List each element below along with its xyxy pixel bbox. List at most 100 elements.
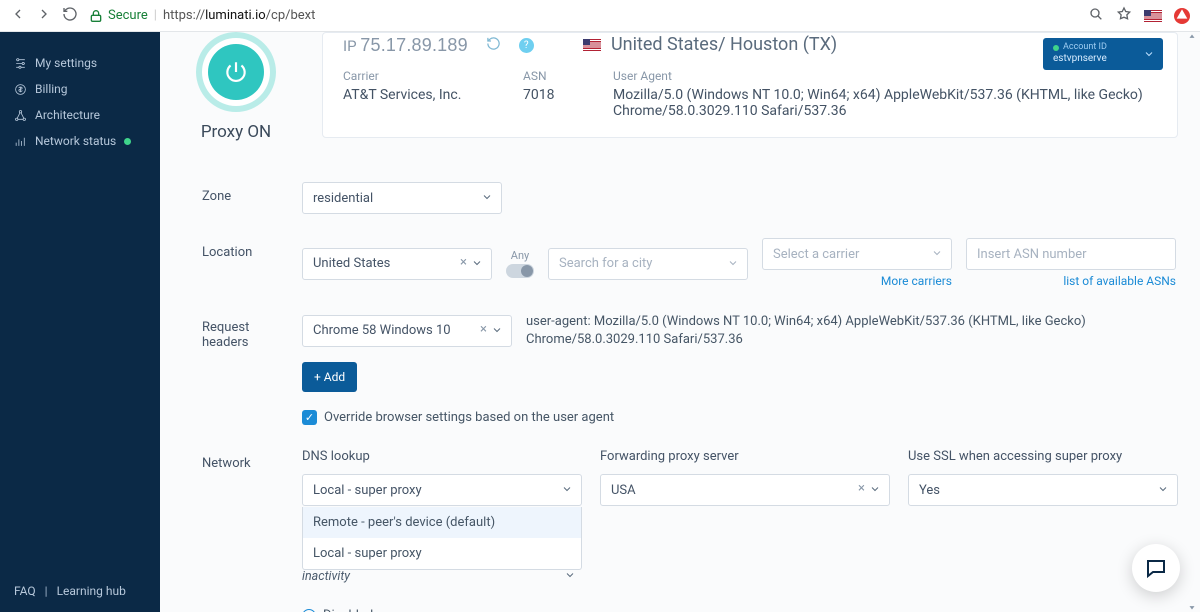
star-icon[interactable] (1116, 6, 1132, 26)
dns-lookup-select[interactable] (302, 474, 582, 506)
url-text: https://luminati.io/cp/bext (163, 8, 315, 23)
ua-value: Mozilla/5.0 (Windows NT 10.0; Win64; x64… (613, 87, 1143, 119)
dns-lookup-dropdown: Remote - peer's device (default) Local -… (302, 507, 582, 570)
faq-link[interactable]: FAQ (14, 584, 36, 598)
chevron-down-icon (481, 191, 493, 207)
zone-label: Zone (170, 182, 282, 204)
fwd-proxy-head: Forwarding proxy server (600, 449, 890, 464)
reload-icon[interactable] (62, 6, 78, 26)
extension-icon[interactable] (1174, 8, 1190, 24)
sidebar-item-label: Billing (35, 82, 68, 96)
flag-us-icon[interactable] (1144, 10, 1162, 22)
city-search[interactable] (548, 248, 748, 280)
override-label: Override browser settings based on the u… (324, 410, 614, 425)
chevron-down-icon (1143, 48, 1155, 65)
asn-value: 7018 (523, 87, 554, 103)
asn-input[interactable] (977, 247, 1147, 262)
clear-icon[interactable]: × (480, 322, 487, 337)
country-select-value: United States (313, 256, 390, 271)
sidebar-item-label: Network status (35, 134, 116, 148)
toggle-icon (506, 264, 534, 278)
ssl-select[interactable]: Yes (908, 474, 1178, 506)
info-panel: Account ID estvpnserve IP 75.17.89.189 ?… (322, 32, 1178, 138)
ssl-head: Use SSL when accessing super proxy (908, 449, 1178, 464)
chevron-down-icon (491, 324, 503, 340)
status-dot-icon (124, 138, 131, 145)
chevron-down-icon (471, 257, 483, 273)
carrier-placeholder: Select a carrier (773, 247, 859, 262)
browser-chrome-bar: Secure | https://luminati.io/cp/bext (0, 0, 1200, 32)
zone-select-value: residential (313, 191, 373, 206)
radio-icon (302, 609, 316, 612)
account-id-value: estvpnserve (1053, 53, 1107, 64)
forward-icon[interactable] (36, 6, 52, 26)
ua-header-preview: user-agent: Mozilla/5.0 (Windows NT 10.0… (526, 313, 1136, 348)
fwd-proxy-select[interactable]: USA × (600, 474, 890, 506)
proxy-card: Proxy ON (170, 32, 302, 142)
search-icon[interactable] (1088, 6, 1104, 26)
proxy-status-label: Proxy ON (201, 122, 271, 142)
country-select[interactable]: United States × (302, 248, 492, 280)
chevron-down-icon (1157, 483, 1169, 499)
chevron-down-icon (727, 257, 739, 273)
dns-lookup-input[interactable] (313, 483, 553, 498)
network-label: Network (170, 449, 282, 471)
more-carriers-link[interactable]: More carriers (881, 274, 952, 288)
ua-label: User Agent (613, 69, 1157, 83)
scrollbar[interactable] (1186, 32, 1198, 612)
sidebar-item-label: Architecture (35, 108, 100, 122)
main-content: Proxy ON Account ID estvpnserve IP 75.17… (160, 32, 1200, 612)
sidebar-item-label: My settings (35, 56, 97, 70)
chat-widget[interactable] (1132, 544, 1180, 592)
chat-icon (1144, 556, 1168, 580)
account-chip[interactable]: Account ID estvpnserve (1043, 38, 1163, 70)
check-icon: ✓ (302, 410, 317, 425)
back-icon[interactable] (10, 6, 26, 26)
secure-label: Secure (108, 8, 148, 23)
dns-lookup-head: DNS lookup (302, 449, 582, 464)
sidebar-item-my-settings[interactable]: My settings (0, 50, 160, 76)
request-headers-label: Request headers (170, 313, 282, 350)
learning-hub-link[interactable]: Learning hub (57, 584, 126, 598)
chevron-down-icon[interactable] (564, 569, 576, 585)
excluded-disabled-radio[interactable]: Disabled (302, 608, 373, 612)
refresh-ip-icon[interactable] (486, 36, 501, 55)
asn-input-wrap[interactable] (966, 238, 1176, 270)
ua-preset-value: Chrome 58 Windows 10 (313, 323, 451, 338)
clear-icon[interactable]: × (460, 255, 467, 270)
any-toggle[interactable]: Any (506, 249, 534, 278)
city-input[interactable] (559, 256, 719, 271)
excluded-domains-label: Excluded domains (170, 608, 282, 612)
sidebar-footer: FAQ | Learning hub (0, 570, 160, 612)
asn-label: ASN (523, 69, 583, 83)
ua-preset-select[interactable]: Chrome 58 Windows 10 × (302, 315, 512, 347)
sidebar-item-network-status[interactable]: Network status (0, 128, 160, 154)
available-asns-link[interactable]: list of available ASNs (1063, 274, 1176, 288)
dns-option-remote[interactable]: Remote - peer's device (default) (303, 507, 581, 538)
sidebar-item-billing[interactable]: Billing (0, 76, 160, 102)
sidebar-item-architecture[interactable]: Architecture (0, 102, 160, 128)
carrier-value: AT&T Services, Inc. (343, 87, 461, 103)
chevron-down-icon (869, 483, 881, 499)
add-header-button[interactable]: + Add (302, 362, 357, 392)
carrier-select[interactable]: Select a carrier (762, 238, 952, 270)
override-checkbox[interactable]: ✓ Override browser settings based on the… (302, 410, 614, 425)
zone-select[interactable]: residential (302, 182, 502, 214)
secure-badge: Secure (88, 8, 148, 24)
dns-option-local[interactable]: Local - super proxy (303, 538, 581, 569)
chevron-down-icon (931, 247, 943, 263)
power-icon (223, 59, 249, 85)
help-icon[interactable]: ? (519, 38, 534, 53)
clear-icon[interactable]: × (858, 481, 865, 496)
carrier-label: Carrier (343, 69, 493, 83)
location-value: United States/ Houston (TX) (611, 34, 837, 55)
address-bar[interactable]: Secure | https://luminati.io/cp/bext (88, 8, 1078, 24)
location-label: Location (170, 238, 282, 260)
account-id-label: Account ID (1053, 42, 1135, 53)
ip-value: 75.17.89.189 (360, 35, 468, 55)
fwd-proxy-value: USA (611, 483, 636, 498)
chevron-down-icon (561, 483, 573, 499)
flag-us-icon (583, 39, 601, 51)
proxy-toggle[interactable] (196, 32, 276, 112)
sidebar: My settings Billing Architecture Network… (0, 32, 160, 612)
